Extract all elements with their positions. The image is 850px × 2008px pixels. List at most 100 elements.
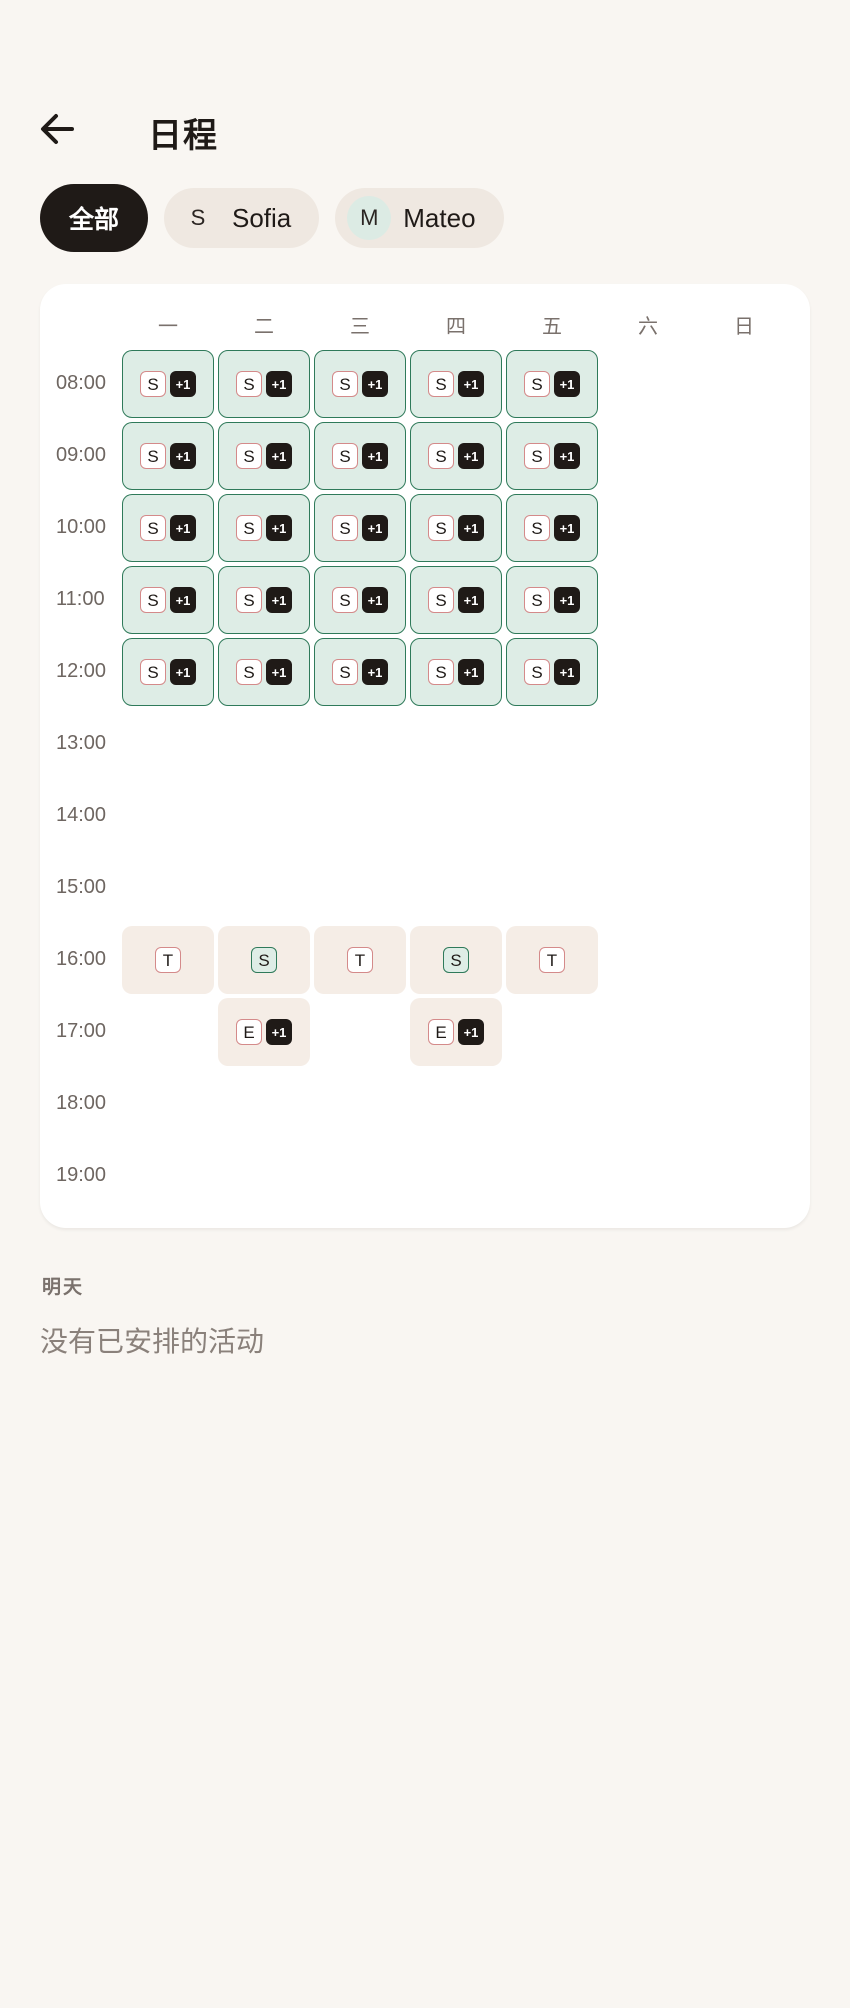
event-block[interactable]: S +1	[410, 638, 502, 706]
event-block[interactable]: S +1	[122, 638, 214, 706]
event-block[interactable]: S +1	[218, 422, 310, 490]
tomorrow-section-label: 明天	[42, 1276, 85, 1298]
time-label: 18:00	[56, 1092, 107, 1114]
event-block[interactable]: S +1	[122, 566, 214, 634]
participant-badge: S	[140, 659, 166, 685]
event-block[interactable]: T	[314, 926, 406, 994]
day-header: 六	[638, 314, 658, 338]
event-block[interactable]: S +1	[506, 494, 598, 562]
participant-badge: S	[428, 515, 454, 541]
more-participants-badge: +1	[266, 443, 292, 469]
event-block[interactable]: S +1	[314, 422, 406, 490]
event-block[interactable]: S	[218, 926, 310, 994]
event-block[interactable]: S +1	[122, 422, 214, 490]
more-participants-badge: +1	[266, 587, 292, 613]
more-participants-badge: +1	[170, 371, 196, 397]
time-label: 12:00	[56, 660, 107, 682]
event-block[interactable]: S +1	[410, 494, 502, 562]
participant-badge: S	[140, 443, 166, 469]
participant-badge: S	[524, 443, 550, 469]
person-name: Mateo	[403, 202, 476, 233]
event-block[interactable]: S +1	[218, 494, 310, 562]
participant-badge: T	[155, 947, 181, 973]
more-participants-badge: +1	[458, 515, 484, 541]
participant-badge: S	[332, 587, 358, 613]
participant-badge: S	[236, 587, 262, 613]
participant-badge: T	[539, 947, 565, 973]
more-participants-badge: +1	[554, 371, 580, 397]
event-block[interactable]: S +1	[218, 638, 310, 706]
participant-badge: S	[332, 371, 358, 397]
event-block[interactable]: S +1	[506, 350, 598, 418]
more-participants-badge: +1	[458, 587, 484, 613]
event-block[interactable]: S +1	[410, 566, 502, 634]
day-header: 三	[350, 314, 370, 338]
more-participants-badge: +1	[362, 659, 388, 685]
time-label: 13:00	[56, 732, 107, 754]
day-header: 日	[734, 314, 754, 338]
filter-chip-mateo[interactable]: M Mateo	[335, 188, 504, 248]
avatar: S	[190, 205, 206, 230]
day-header: 五	[542, 314, 562, 338]
more-participants-badge: +1	[458, 659, 484, 685]
person-filter-bar: 全部 S Sofia M Mateo	[40, 184, 504, 252]
more-participants-badge: +1	[170, 515, 196, 541]
time-label: 11:00	[56, 588, 105, 610]
more-participants-badge: +1	[362, 371, 388, 397]
no-events-message: 没有已安排的活动	[40, 1325, 265, 1358]
event-block[interactable]: T	[122, 926, 214, 994]
event-block[interactable]: S +1	[410, 422, 502, 490]
more-participants-badge: +1	[170, 443, 196, 469]
event-block[interactable]: S +1	[218, 350, 310, 418]
filter-chip-sofia[interactable]: S Sofia	[164, 188, 320, 248]
avatar: M	[347, 196, 392, 240]
event-block[interactable]: E +1	[218, 998, 310, 1066]
participant-badge: S	[524, 659, 550, 685]
event-block[interactable]: S +1	[506, 566, 598, 634]
time-label: 08:00	[56, 372, 107, 394]
event-block[interactable]: S	[410, 926, 502, 994]
participant-badge: S	[332, 659, 358, 685]
more-participants-badge: +1	[266, 371, 292, 397]
participant-badge: S	[140, 371, 166, 397]
participant-badge: S	[236, 659, 262, 685]
page-title: 日程	[148, 116, 218, 156]
event-block[interactable]: S +1	[122, 350, 214, 418]
header: 日程	[40, 104, 820, 156]
participant-badge: S	[236, 515, 262, 541]
event-block[interactable]: S +1	[506, 422, 598, 490]
time-label: 10:00	[56, 516, 107, 538]
time-label: 15:00	[56, 876, 107, 898]
more-participants-badge: +1	[458, 371, 484, 397]
filter-chip-all[interactable]: 全部	[40, 184, 148, 252]
event-block[interactable]: S +1	[506, 638, 598, 706]
event-block[interactable]: S +1	[314, 638, 406, 706]
participant-badge: S	[332, 515, 358, 541]
event-block[interactable]: T	[506, 926, 598, 994]
event-block[interactable]: S +1	[314, 350, 406, 418]
more-participants-badge: +1	[266, 1019, 292, 1045]
more-participants-badge: +1	[458, 1019, 484, 1045]
participant-badge: S	[140, 515, 166, 541]
event-block[interactable]: S +1	[314, 566, 406, 634]
time-label: 14:00	[56, 804, 107, 826]
participant-badge: E	[428, 1019, 454, 1045]
day-header: 二	[254, 314, 274, 338]
more-participants-badge: +1	[362, 443, 388, 469]
person-name: Sofia	[232, 202, 292, 233]
time-label: 16:00	[56, 948, 107, 970]
event-block[interactable]: S +1	[314, 494, 406, 562]
participant-badge: S	[443, 947, 469, 973]
participant-badge: T	[347, 947, 373, 973]
back-button[interactable]	[40, 104, 80, 154]
participant-badge: S	[428, 371, 454, 397]
event-block[interactable]: S +1	[410, 350, 502, 418]
participant-badge: S	[236, 371, 262, 397]
more-participants-badge: +1	[554, 587, 580, 613]
more-participants-badge: +1	[170, 587, 196, 613]
event-block[interactable]: S +1	[122, 494, 214, 562]
event-block[interactable]: E +1	[410, 998, 502, 1066]
participant-badge: S	[524, 515, 550, 541]
day-header: 一	[158, 314, 178, 338]
event-block[interactable]: S +1	[218, 566, 310, 634]
